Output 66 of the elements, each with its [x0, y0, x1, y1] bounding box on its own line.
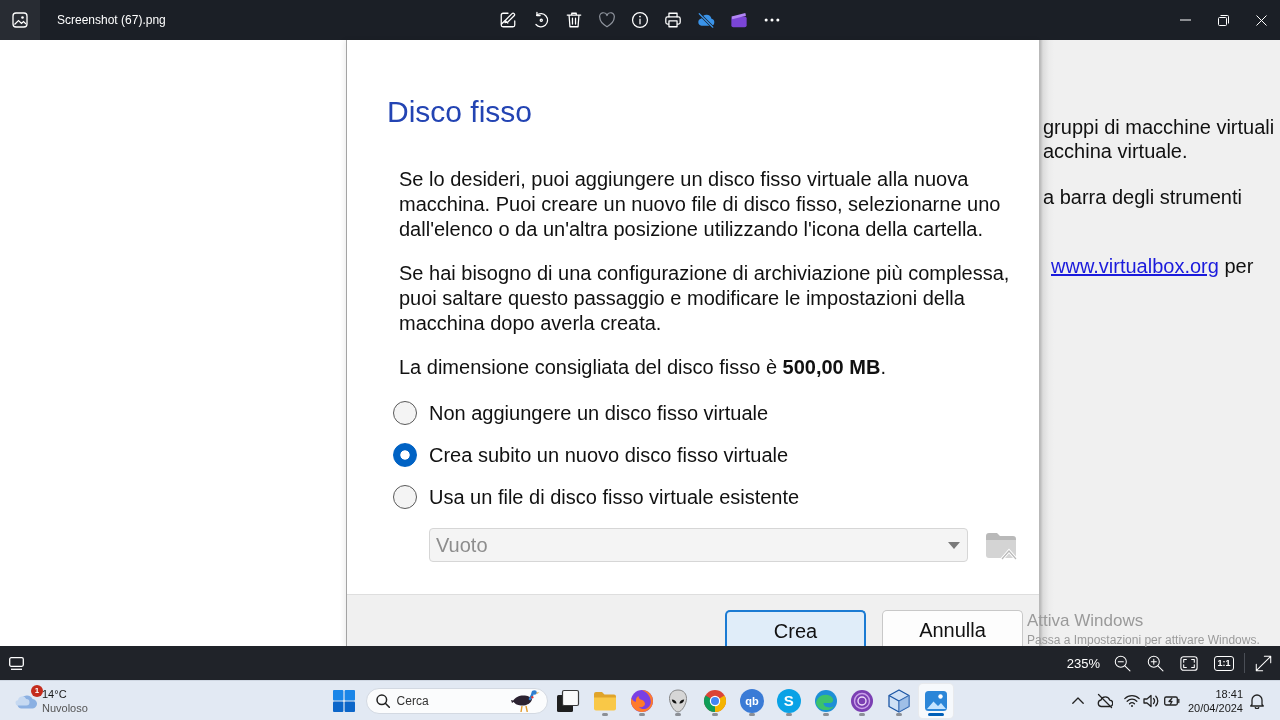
chevron-up-icon[interactable]	[1071, 697, 1084, 704]
heart-icon[interactable]	[598, 11, 616, 29]
speaker-icon[interactable]	[1142, 693, 1159, 708]
website-link[interactable]: www.virtualbox.org	[1051, 255, 1219, 277]
more-icon[interactable]	[763, 17, 781, 23]
battery-icon[interactable]	[1163, 694, 1180, 707]
flame-globe-icon	[629, 688, 654, 713]
picture-icon	[923, 688, 948, 713]
segmented-circle-icon	[703, 688, 728, 713]
wave-icon	[813, 688, 838, 713]
watermark-title: Attiva Windows	[1027, 611, 1144, 631]
bell-icon[interactable]	[1249, 692, 1265, 709]
start-icon[interactable]	[332, 689, 355, 712]
cloud-off-icon[interactable]	[1096, 692, 1113, 709]
radio-button[interactable]	[393, 443, 417, 467]
dialog-heading: Disco fisso	[387, 94, 533, 130]
cube-icon	[887, 688, 912, 713]
picture-icon[interactable]	[0, 0, 40, 40]
actual-size-button[interactable]: 1:1	[1214, 655, 1234, 671]
rotate-icon[interactable]	[532, 11, 550, 29]
option-label: Usa un file di disco fisso virtuale esistente	[429, 485, 800, 509]
option-label: Crea subito un nuovo disco fisso virtuale	[429, 443, 789, 467]
fit-screen-icon[interactable]	[1180, 655, 1198, 671]
monitor-icon[interactable]	[9, 656, 24, 670]
image-edit-icon[interactable]	[499, 11, 517, 29]
panel-text: acchina virtuale.	[1043, 139, 1188, 163]
taskbar-button[interactable]: qb	[733, 682, 771, 719]
option-label: Non aggiungere un disco fisso virtuale	[429, 401, 769, 425]
orb-icon	[850, 688, 875, 713]
dialog-button[interactable]: Annulla	[882, 610, 1023, 646]
app-letter-icon: qb	[740, 688, 764, 713]
window-title: Screenshot (67).png	[57, 13, 166, 27]
temperature-text: 14°C	[42, 686, 68, 701]
search-icon	[375, 693, 390, 708]
delete-icon[interactable]	[565, 11, 583, 29]
weather-condition-text: Nuvoloso	[42, 700, 88, 715]
notification-badge: 1	[31, 685, 43, 697]
wifi-icon[interactable]	[1123, 694, 1140, 707]
search-field[interactable]: Cerca	[396, 693, 497, 708]
watermark-text: Passa a Impostazioni per attivare Windows.	[1027, 633, 1260, 648]
caret-icon	[948, 541, 960, 549]
search-bar[interactable]: Cerca	[365, 687, 548, 714]
zoom-level-text: 235%	[1066, 655, 1100, 671]
description-text: La dimensione consigliata del disco fisso è 500,00 MB.	[399, 355, 887, 380]
zoom-out-icon[interactable]	[1114, 654, 1131, 672]
radio-button[interactable]	[393, 401, 417, 425]
app-letter-icon: S	[776, 688, 801, 713]
description-text: Se hai bisogno di una configurazione di archiviazione più complessa, puoi saltare questo passaggio e modificare le impostazioni della macchina dopo averla creata.	[399, 261, 1011, 336]
description-text: Se lo desideri, puoi aggiungere un disco fisso virtuale alla nuova macchina. Puoi creare un nuovo file di disco fisso, selezionarne uno dall'elenco o da un'altra posizione utilizzando l'icona della cartella.	[399, 167, 1002, 242]
panel-text: gruppi di macchine virtuali	[1043, 115, 1275, 139]
dialog-button[interactable]: Crea	[725, 610, 866, 646]
printer-icon[interactable]	[664, 11, 682, 29]
clock-time: 18:41	[1215, 686, 1243, 701]
minimize-icon[interactable]	[1179, 19, 1191, 21]
bird-icon	[509, 689, 540, 712]
clapperboard-icon[interactable]	[730, 11, 748, 29]
full-screen-icon[interactable]	[1255, 654, 1272, 672]
panel-text: www.virtualbox.org per	[1051, 254, 1254, 278]
zoom-in-icon[interactable]	[1147, 654, 1164, 672]
info-icon[interactable]	[631, 11, 649, 29]
panel-text: a barra degli strumenti	[1043, 185, 1242, 209]
radio-button[interactable]	[393, 485, 417, 509]
restore-icon[interactable]	[1217, 14, 1229, 26]
window-icon	[556, 688, 580, 713]
close-icon[interactable]	[1255, 14, 1267, 26]
clock-date: 20/04/2024	[1187, 700, 1243, 715]
